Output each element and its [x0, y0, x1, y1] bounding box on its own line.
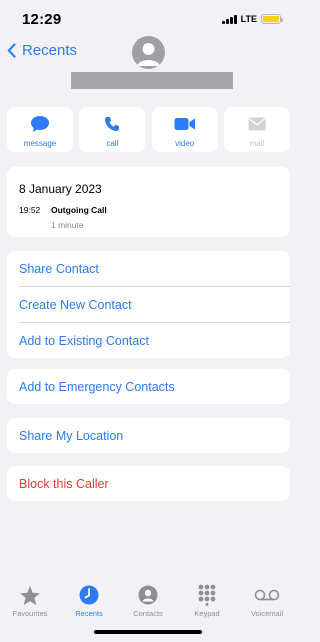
contact-name-redacted — [71, 72, 233, 89]
call-history-card: 8 January 2023 19:52 Outgoing Call 1 min… — [7, 167, 290, 237]
tab-keypad[interactable]: Keypad — [179, 584, 235, 618]
back-button[interactable]: Recents — [7, 42, 77, 59]
keypad-icon — [197, 584, 217, 606]
tab-label: Contacts — [133, 609, 163, 618]
avatar — [132, 36, 165, 69]
emergency-card: Add to Emergency Contacts — [7, 369, 290, 404]
share-contact-button[interactable]: Share Contact — [7, 251, 290, 286]
tab-label: Recents — [75, 609, 103, 618]
mail-button[interactable]: mail — [223, 107, 290, 152]
block-card: Block this Caller — [7, 466, 290, 501]
tab-contacts[interactable]: Contacts — [120, 584, 176, 618]
status-indicators: LTE — [221, 13, 283, 25]
message-label: message — [23, 139, 57, 148]
call-button[interactable]: call — [79, 107, 146, 152]
call-type: Outgoing Call — [51, 205, 107, 215]
tab-label: Keypad — [194, 609, 220, 618]
star-icon — [19, 584, 41, 606]
voicemail-icon — [254, 584, 280, 606]
block-caller-button[interactable]: Block this Caller — [7, 466, 290, 501]
contact-options-card: Share Contact Create New Contact Add to … — [7, 251, 290, 358]
status-bar: 12:29 LTE — [0, 0, 297, 36]
share-my-location-button[interactable]: Share My Location — [7, 418, 290, 453]
chevron-left-icon — [7, 43, 16, 58]
video-button[interactable]: video — [151, 107, 218, 152]
message-icon — [30, 115, 50, 133]
phone-icon — [104, 115, 120, 133]
person-icon — [138, 584, 158, 606]
tab-recents[interactable]: Recents — [61, 584, 117, 618]
clock-icon — [79, 584, 99, 606]
video-icon — [174, 115, 196, 133]
tab-label: Voicemail — [250, 609, 284, 618]
call-duration: 1 minute — [51, 220, 84, 230]
create-new-contact-button[interactable]: Create New Contact — [7, 287, 290, 322]
status-time: 12:29 — [22, 11, 62, 28]
message-button[interactable]: message — [7, 107, 73, 152]
call-date: 8 January 2023 — [19, 182, 102, 196]
location-card: Share My Location — [7, 418, 290, 453]
network-type: LTE — [240, 14, 257, 24]
back-label: Recents — [22, 42, 78, 59]
signal-icon — [221, 14, 237, 24]
tab-voicemail[interactable]: Voicemail — [239, 584, 295, 618]
battery-icon — [261, 14, 283, 24]
add-to-existing-contact-button[interactable]: Add to Existing Contact — [7, 323, 290, 358]
quick-actions: message call video mail — [7, 107, 290, 152]
tab-favourites[interactable]: Favourites — [2, 584, 58, 618]
person-silhouette-icon — [137, 43, 160, 66]
home-indicator[interactable] — [94, 630, 202, 634]
mail-icon — [248, 115, 266, 133]
video-label: video — [175, 139, 195, 148]
call-label: call — [106, 139, 119, 148]
add-to-emergency-contacts-button[interactable]: Add to Emergency Contacts — [7, 369, 290, 404]
mail-label: mail — [249, 139, 265, 148]
call-time: 19:52 — [19, 205, 41, 215]
tab-label: Favourites — [12, 609, 48, 618]
